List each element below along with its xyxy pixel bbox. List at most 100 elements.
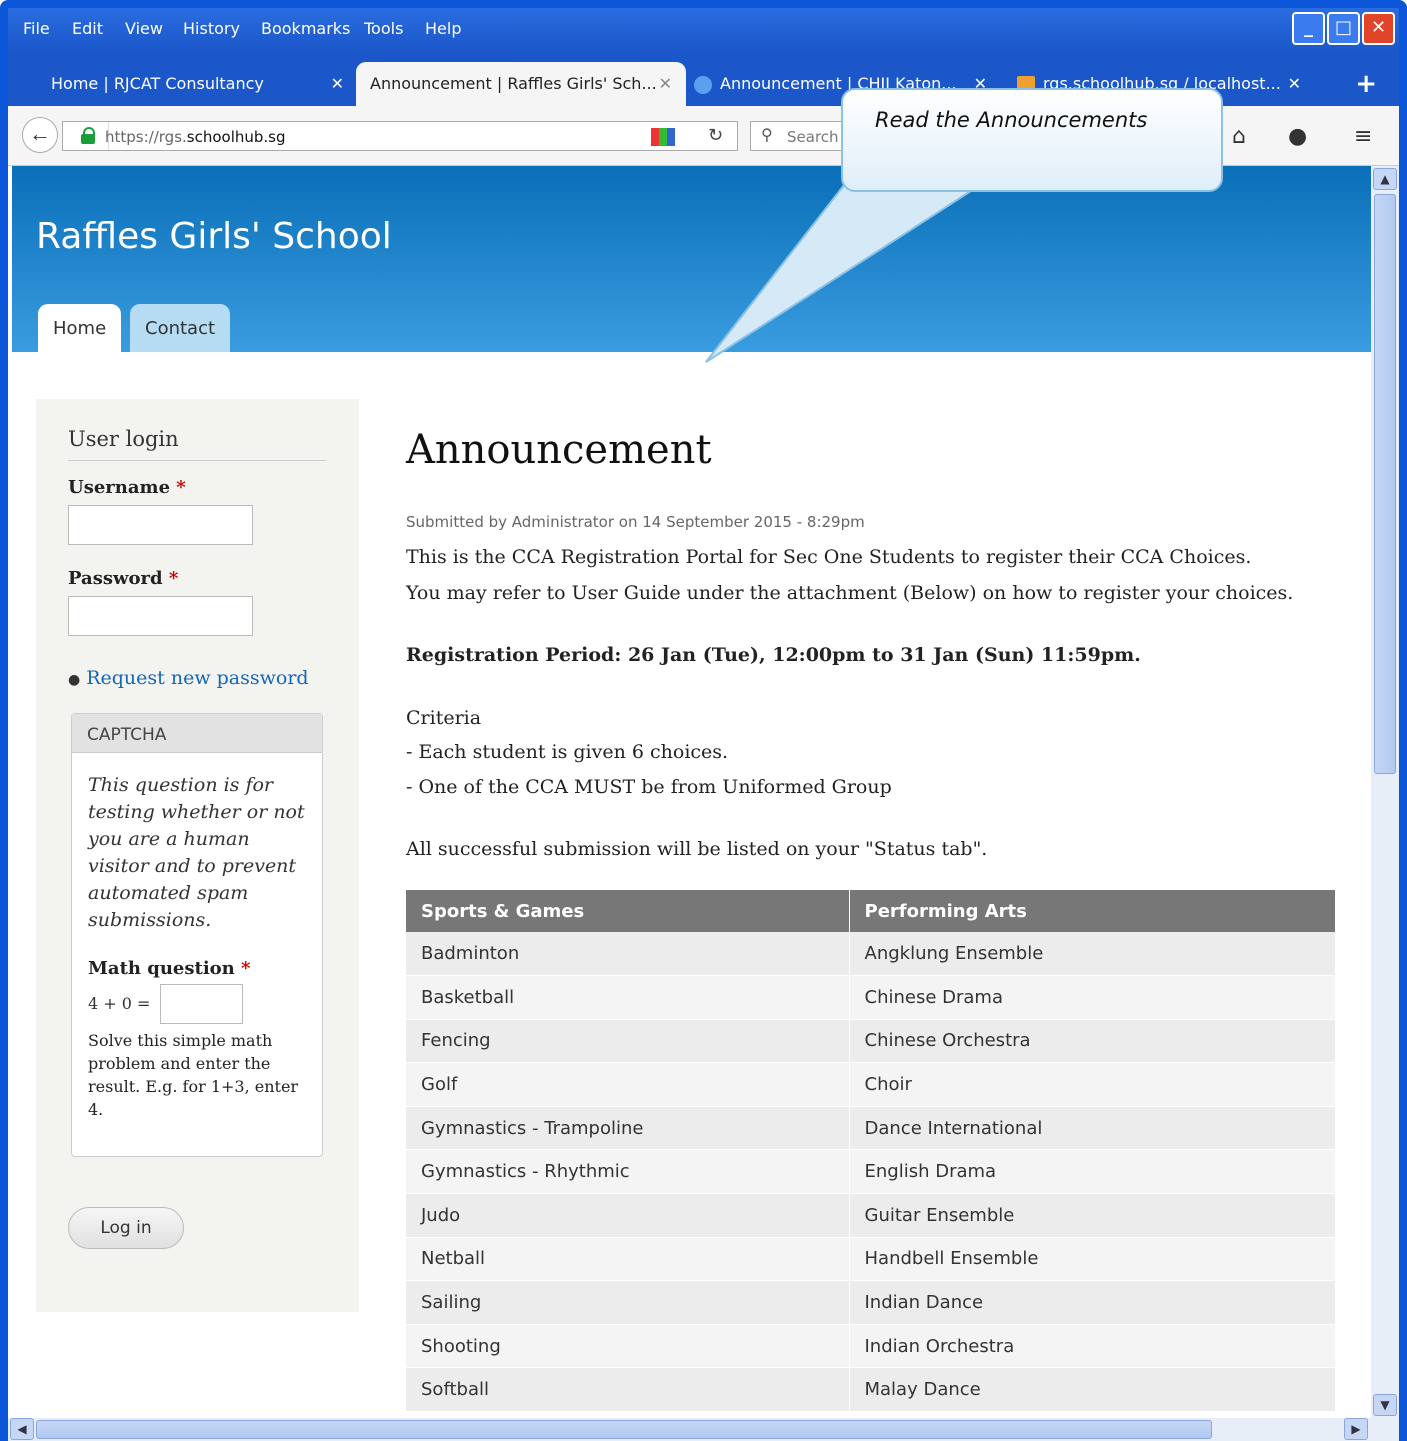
menu-icon[interactable]: ≡ [1354, 124, 1372, 149]
arts-cell: Indian Dance [849, 1280, 1336, 1325]
table-row: Sailing Indian Dance [406, 1280, 1336, 1325]
callout-bubble: Read the Announcements [841, 88, 1223, 192]
cca-table-body: Badminton Angklung Ensemble Basketball Chin… [406, 932, 1336, 1413]
table-row: Fencing Chinese Orchestra [406, 1019, 1336, 1064]
sports-cell: Gymnastics - Rhythmic [406, 1149, 850, 1195]
sports-cell: Gymnastics - Trampoline [406, 1106, 850, 1151]
browser-window: File Edit View History Bookmarks Tools H… [0, 0, 1407, 1441]
arts-cell: Guitar Ensemble [849, 1193, 1336, 1238]
sports-cell: Shooting [406, 1324, 850, 1369]
math-answer-field[interactable] [160, 984, 243, 1024]
sports-cell: Softball [406, 1367, 850, 1413]
maximize-icon[interactable]: □ [1327, 12, 1360, 45]
horizontal-scrollbar[interactable]: ◀ ▶ [8, 1418, 1399, 1441]
tab-label: Home | RJCAT Consultancy [51, 74, 264, 93]
divider [68, 460, 326, 461]
site-name[interactable]: Raffles Girls' School [36, 216, 392, 257]
callout-text: Read the Announcements [875, 108, 1148, 132]
page-viewport: Raffles Girls' School Home Contact User … [12, 166, 1371, 1418]
login-title: User login [68, 427, 179, 451]
close-icon[interactable]: ✕ [1362, 12, 1395, 45]
url-bar[interactable]: https://rgs.schoolhub.sg ↻ [62, 121, 738, 151]
extension-icon[interactable] [651, 128, 675, 146]
password-label: Password * [68, 568, 178, 589]
menu-file[interactable]: File [23, 19, 50, 38]
menu-bookmarks[interactable]: Bookmarks [261, 19, 350, 38]
url-scheme: https://rgs. [105, 128, 187, 146]
table-row: Badminton Angklung Ensemble [406, 932, 1336, 977]
reload-icon[interactable]: ↻ [708, 125, 723, 146]
menu-history[interactable]: History [183, 19, 240, 38]
request-password-item: ● Request new password [68, 667, 309, 689]
vertical-scroll-thumb[interactable] [1374, 194, 1396, 774]
tab-rgs-announcement[interactable]: Announcement | Raffles Girls' Sch... ✕ [356, 62, 686, 106]
table-row: Gymnastics - Rhythmic English Drama [406, 1149, 1336, 1195]
table-row: Gymnastics - Trampoline Dance Internation… [406, 1106, 1336, 1151]
required-mark: * [176, 477, 186, 498]
scroll-left-icon[interactable]: ◀ [10, 1418, 34, 1440]
intro-line-2: You may refer to User Guide under the at… [406, 582, 1294, 604]
request-password-link[interactable]: Request new password [86, 667, 308, 689]
tab-close-icon[interactable]: ✕ [659, 74, 672, 93]
arts-cell: Chinese Drama [849, 975, 1336, 1020]
table-header-row: Sports & Games Performing Arts [406, 890, 1336, 932]
scroll-up-icon[interactable]: ▲ [1373, 168, 1397, 190]
menu-help[interactable]: Help [425, 19, 461, 38]
captcha-description: This question is for testing whether or … [88, 774, 305, 931]
tab-close-icon[interactable]: ✕ [331, 74, 344, 93]
window-controls: _ □ ✕ [1292, 12, 1395, 45]
password-field[interactable] [68, 596, 253, 636]
tab-close-icon[interactable]: ✕ [1288, 74, 1301, 93]
callout-pointer [705, 179, 992, 363]
status-note: All successful submission will be listed… [406, 838, 988, 860]
required-mark: * [241, 958, 251, 979]
tab-contact[interactable]: Contact [130, 304, 231, 352]
arts-cell: Handbell Ensemble [849, 1237, 1336, 1282]
submitted-info: Submitted by Administrator on 14 Septemb… [406, 513, 865, 531]
required-mark: * [168, 568, 179, 589]
scroll-right-icon[interactable]: ▶ [1344, 1418, 1368, 1440]
menu-tools[interactable]: Tools [364, 19, 403, 38]
vertical-scrollbar[interactable]: ▲ ▼ [1371, 166, 1399, 1418]
tab-label: Announcement | Raffles Girls' Sch... [370, 74, 657, 93]
registration-period: Registration Period: 26 Jan (Tue), 12:00… [406, 644, 1141, 666]
math-label-text: Math question [88, 958, 235, 979]
horizontal-scroll-thumb[interactable] [36, 1420, 1212, 1439]
sports-cell: Sailing [406, 1280, 850, 1325]
sports-cell: Fencing [406, 1019, 850, 1064]
new-tab-icon[interactable]: + [1355, 71, 1377, 97]
menu-edit[interactable]: Edit [72, 19, 103, 38]
math-help: Solve this simple math problem and enter… [88, 1031, 299, 1119]
chat-icon[interactable]: ● [1288, 124, 1307, 149]
sports-cell: Golf [406, 1062, 850, 1107]
back-button[interactable]: ← [22, 117, 58, 153]
tab-home[interactable]: Home [38, 304, 122, 352]
search-icon: ⚲ [761, 127, 773, 144]
table-row: Shooting Indian Orchestra [406, 1324, 1336, 1369]
math-question: 4 + 0 = [88, 994, 151, 1013]
url-host: schoolhub.sg [186, 128, 286, 146]
captcha-fieldset: CAPTCHA This question is for testing whe… [71, 713, 323, 1157]
table-row: Netball Handbell Ensemble [406, 1237, 1336, 1282]
username-field[interactable] [68, 505, 253, 545]
login-button[interactable]: Log in [68, 1207, 184, 1249]
scroll-down-icon[interactable]: ▼ [1373, 1394, 1397, 1416]
tab-rjcat[interactable]: Home | RJCAT Consultancy ✕ [18, 62, 358, 106]
sports-cell: Badminton [406, 932, 850, 977]
page-title: Announcement [406, 427, 712, 473]
home-icon[interactable]: ⌂ [1232, 124, 1246, 149]
criteria-heading: Criteria [406, 707, 482, 729]
table-row: Golf Choir [406, 1062, 1336, 1107]
password-label-text: Password [68, 568, 163, 589]
arts-cell: Malay Dance [849, 1367, 1336, 1413]
menu-view[interactable]: View [125, 19, 163, 38]
minimize-icon[interactable]: _ [1292, 12, 1325, 45]
cca-table: Sports & Games Performing Arts Badminton… [406, 890, 1336, 1413]
table-row: Basketball Chinese Drama [406, 975, 1336, 1020]
arts-cell: Choir [849, 1062, 1336, 1107]
column-header: Performing Arts [849, 890, 1336, 932]
captcha-title: CAPTCHA [72, 714, 322, 753]
sports-cell: Judo [406, 1193, 850, 1238]
login-sidebar: User login Username * Password * ● Reques… [36, 399, 359, 1312]
criteria-item-2: - One of the CCA MUST be from Uniformed … [406, 776, 892, 798]
